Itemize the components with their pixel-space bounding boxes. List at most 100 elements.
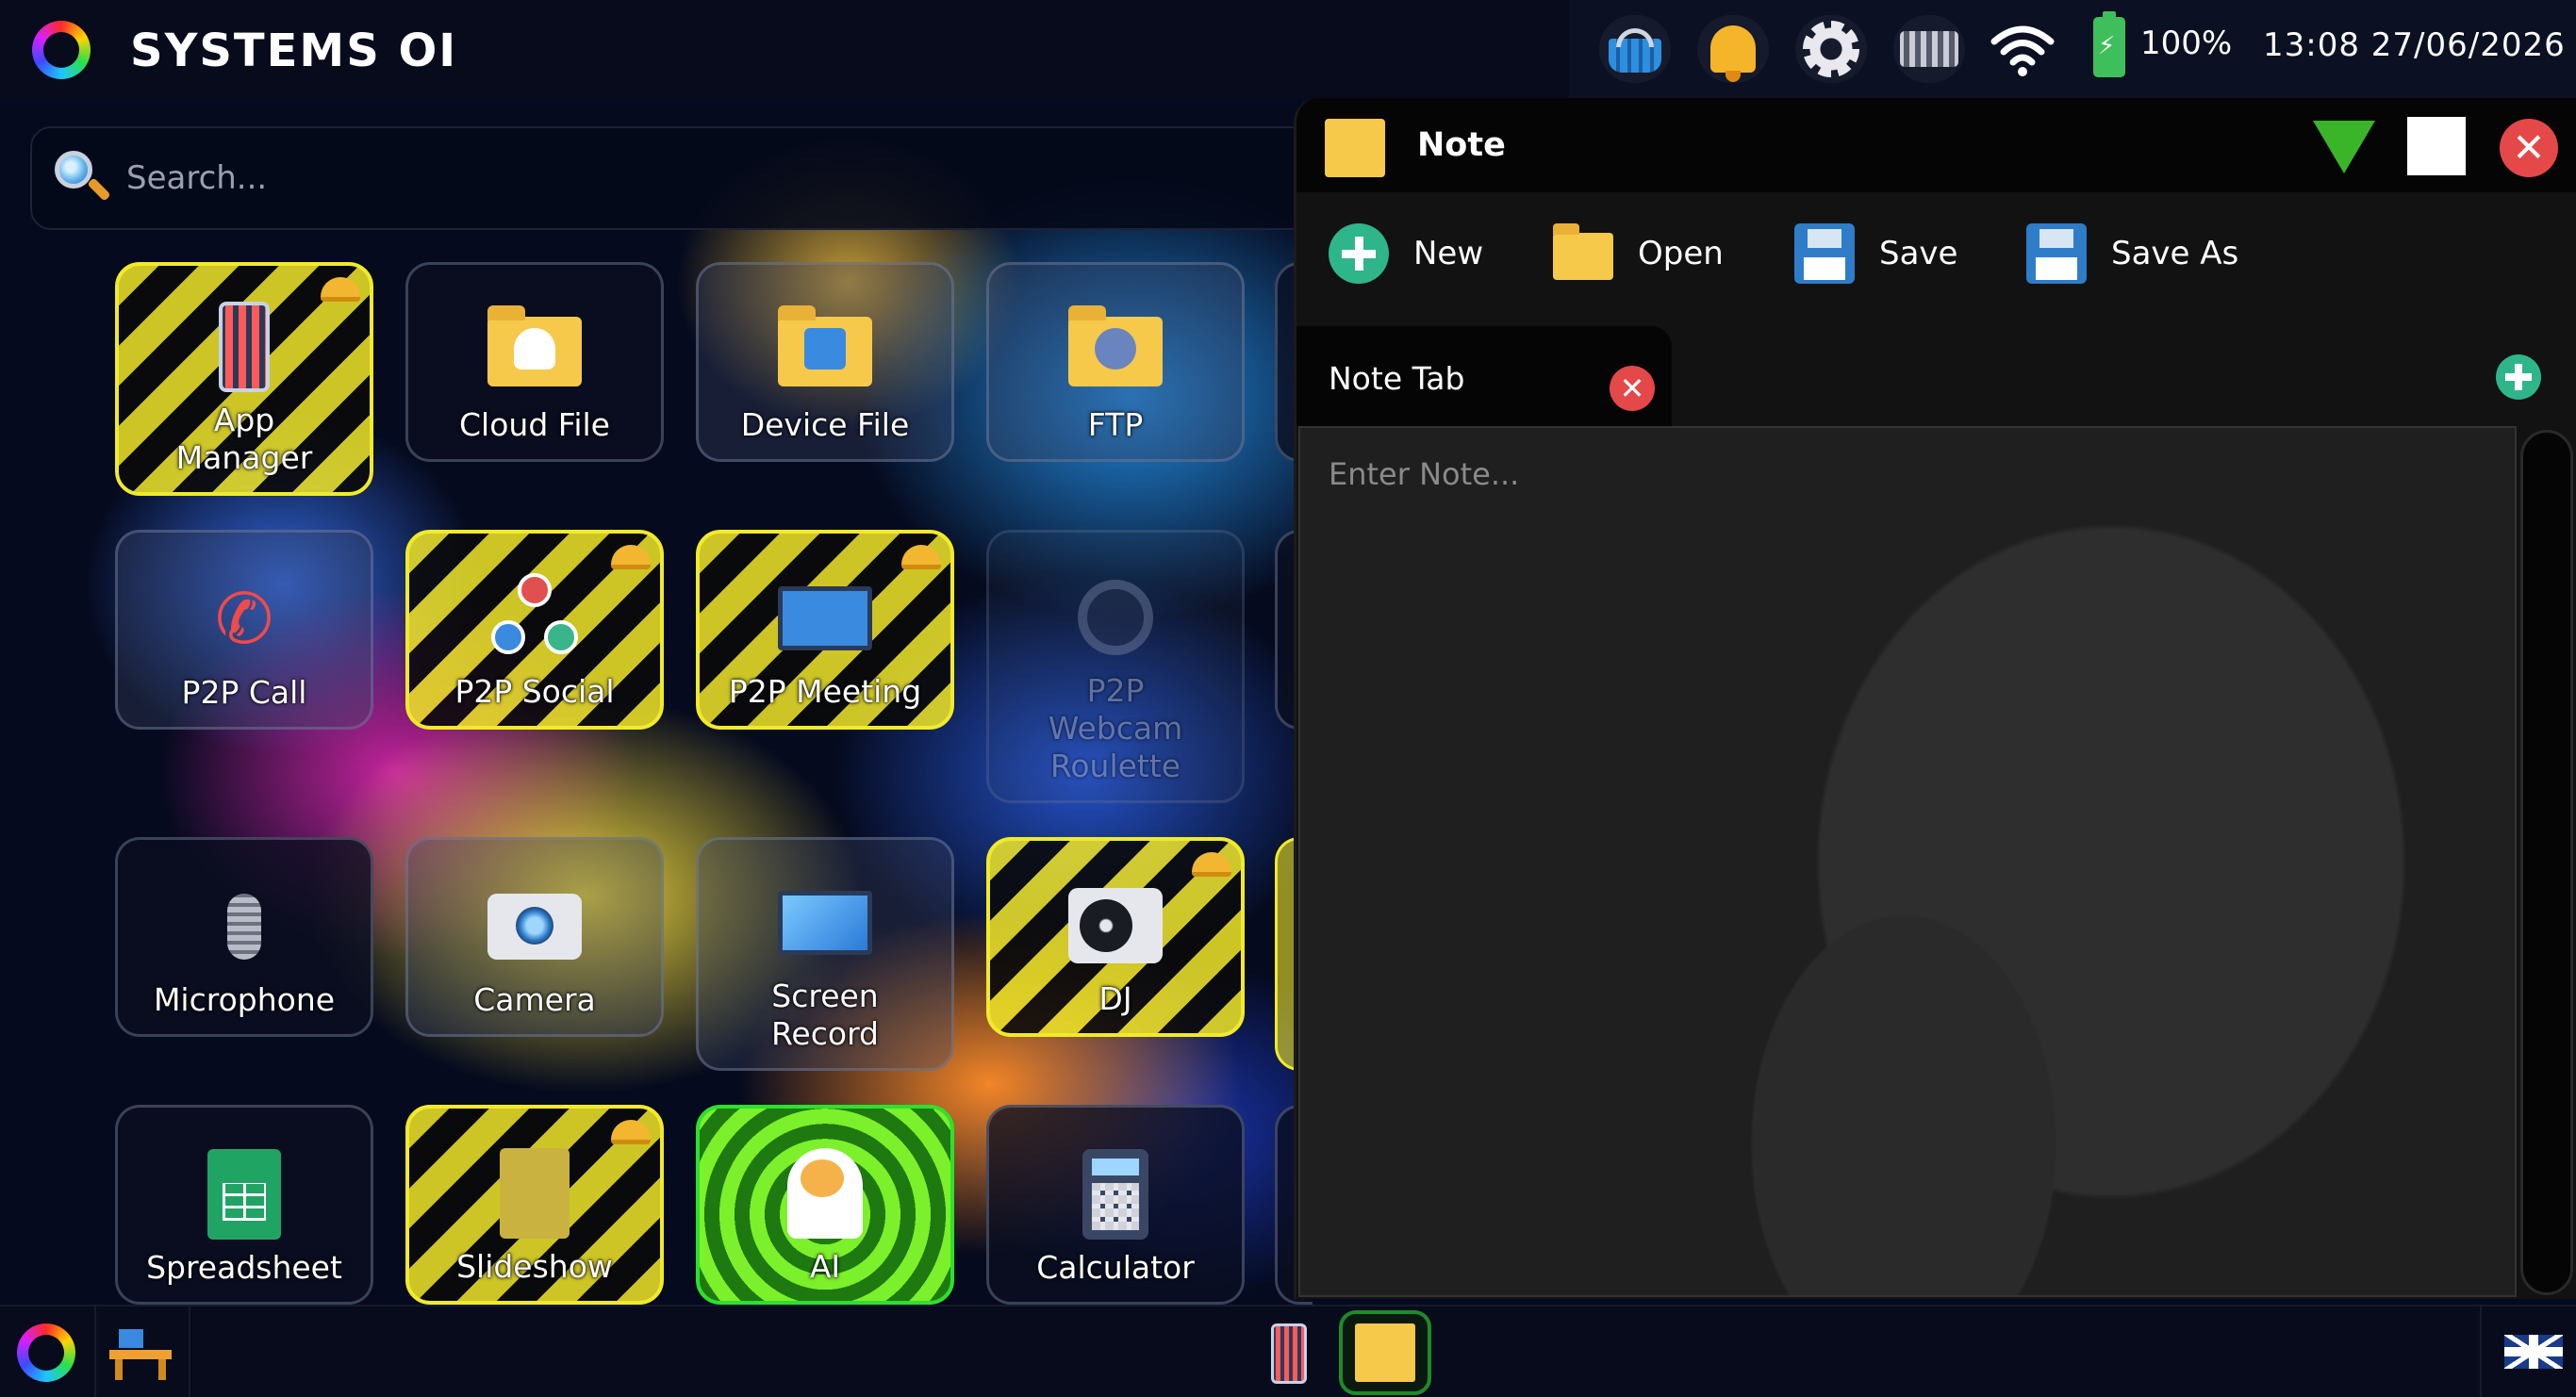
plus-circle-icon bbox=[1329, 223, 1389, 284]
monitor-icon bbox=[778, 876, 872, 970]
uk-flag-icon[interactable] bbox=[2504, 1335, 2563, 1369]
app-label: P2P Meeting bbox=[728, 673, 922, 710]
app-tile-app-manager[interactable]: App Manager bbox=[115, 262, 373, 496]
hard-hat-icon bbox=[901, 545, 941, 569]
microphone-icon bbox=[197, 879, 291, 974]
cloud-folder-icon bbox=[487, 304, 582, 399]
save-label: Save bbox=[1879, 235, 1958, 272]
basket-icon[interactable] bbox=[1599, 15, 1671, 83]
app-tile-ai[interactable]: AI bbox=[696, 1105, 954, 1305]
app-tile-calculator[interactable]: Calculator bbox=[986, 1105, 1245, 1305]
people-network-icon bbox=[487, 571, 582, 666]
app-label: Spreadsheet bbox=[146, 1249, 342, 1286]
tab-strip: Note Tab ✕ bbox=[1296, 315, 2576, 426]
camera-icon bbox=[487, 879, 582, 974]
app-tile-p2p-call[interactable]: ✆ P2P Call bbox=[115, 530, 373, 730]
window-title: Note bbox=[1417, 126, 1506, 164]
app-tile-microphone[interactable]: Microphone bbox=[115, 837, 373, 1037]
note-window: Note ✕ New Open Save Save As Note Tab ✕ bbox=[1294, 98, 2576, 1299]
app-tile-camera[interactable]: Camera bbox=[405, 837, 664, 1037]
app-label: FTP bbox=[1087, 406, 1144, 443]
app-tile-p2p-webcam-roulette[interactable]: P2P Webcam Roulette bbox=[986, 530, 1245, 803]
app-label: P2P Webcam Roulette bbox=[1048, 672, 1183, 784]
brain-head-icon bbox=[778, 1146, 872, 1241]
webcam-icon bbox=[1068, 570, 1163, 665]
hard-hat-icon bbox=[1192, 852, 1231, 877]
globe-folder-icon bbox=[1068, 304, 1163, 399]
note-icon bbox=[1325, 119, 1385, 177]
taskbar bbox=[0, 1305, 2576, 1397]
hard-hat-icon bbox=[321, 277, 360, 302]
app-label: Camera bbox=[473, 981, 596, 1018]
open-label: Open bbox=[1638, 235, 1724, 272]
note-toolbar: New Open Save Save As bbox=[1296, 192, 2576, 315]
close-icon[interactable]: ✕ bbox=[2500, 119, 2558, 177]
save-button[interactable]: Save bbox=[1794, 221, 1957, 287]
search-icon bbox=[55, 151, 111, 202]
gear-icon[interactable] bbox=[1795, 15, 1867, 83]
os-logo-icon[interactable] bbox=[32, 21, 91, 79]
battery-level: 100% bbox=[2140, 25, 2233, 62]
minimize-icon[interactable] bbox=[2313, 121, 2375, 173]
folder-icon bbox=[1553, 223, 1613, 280]
app-label: P2P Call bbox=[181, 674, 307, 711]
open-button[interactable]: Open bbox=[1553, 221, 1724, 287]
calculator-icon bbox=[1068, 1147, 1163, 1241]
app-label: App Manager bbox=[175, 402, 313, 476]
floppy-disk-icon bbox=[1794, 223, 1855, 284]
app-tile-device-file[interactable]: Device File bbox=[696, 262, 954, 462]
app-tile-ftp[interactable]: FTP bbox=[986, 262, 1245, 462]
keyboard-icon[interactable] bbox=[1893, 15, 1965, 83]
taskbar-divider bbox=[94, 1307, 96, 1397]
search-input[interactable] bbox=[126, 151, 1258, 205]
taskbar-divider bbox=[189, 1307, 190, 1397]
app-label: Screen Record bbox=[770, 978, 880, 1052]
start-icon[interactable] bbox=[17, 1323, 75, 1382]
phone-handset-icon: ✆ bbox=[214, 579, 273, 660]
slideshow-icon bbox=[487, 1146, 582, 1241]
device-folder-icon bbox=[778, 304, 872, 399]
tab-label: Note Tab bbox=[1329, 360, 1465, 397]
taskbar-divider bbox=[2480, 1307, 2482, 1397]
app-label: Slideshow bbox=[456, 1248, 613, 1285]
brand-name: SYSTEMS OI bbox=[130, 25, 458, 77]
app-tile-cloud-file[interactable]: Cloud File bbox=[405, 262, 664, 462]
scrollbar[interactable] bbox=[2520, 430, 2573, 1295]
app-tile-spreadsheet[interactable]: Spreadsheet bbox=[115, 1105, 373, 1305]
desk-icon[interactable] bbox=[109, 1329, 172, 1380]
hard-hat-icon bbox=[611, 545, 651, 569]
app-tile-p2p-social[interactable]: P2P Social bbox=[405, 530, 664, 730]
new-button[interactable]: New bbox=[1329, 221, 1483, 287]
app-label: P2P Social bbox=[454, 673, 615, 710]
app-label: Cloud File bbox=[459, 406, 610, 443]
app-label: Calculator bbox=[1036, 1249, 1195, 1286]
phone-apps-icon[interactable] bbox=[1271, 1323, 1307, 1384]
note-textarea[interactable] bbox=[1298, 426, 2517, 1297]
note-icon[interactable] bbox=[1339, 1310, 1431, 1395]
turntable-icon bbox=[1068, 879, 1163, 973]
app-label: AI bbox=[809, 1248, 841, 1285]
app-label: Device File bbox=[740, 406, 910, 443]
save-as-button[interactable]: Save As bbox=[2026, 221, 2238, 287]
note-titlebar[interactable]: Note ✕ bbox=[1296, 98, 2576, 192]
add-tab-icon[interactable] bbox=[2496, 354, 2541, 400]
app-tile-screen-record[interactable]: Screen Record bbox=[696, 837, 954, 1071]
spreadsheet-icon bbox=[197, 1147, 291, 1241]
save-as-label: Save As bbox=[2111, 235, 2239, 272]
tab-note[interactable]: Note Tab ✕ bbox=[1296, 326, 1672, 426]
app-tile-slideshow[interactable]: Slideshow bbox=[405, 1105, 664, 1305]
close-tab-icon[interactable]: ✕ bbox=[1610, 366, 1655, 411]
wifi-icon[interactable] bbox=[1990, 21, 2056, 77]
floppy-disk-icon bbox=[2026, 223, 2087, 284]
maximize-icon[interactable] bbox=[2407, 117, 2466, 175]
app-label: Microphone bbox=[153, 981, 336, 1018]
app-label: DJ bbox=[1098, 980, 1132, 1017]
bell-icon[interactable] bbox=[1697, 15, 1769, 83]
battery-icon[interactable] bbox=[2093, 11, 2125, 77]
meeting-presenter-icon bbox=[778, 571, 872, 666]
top-bar: SYSTEMS OI 100% 13:08 27/06/2026 bbox=[0, 0, 2576, 98]
app-tile-dj[interactable]: DJ bbox=[986, 837, 1245, 1037]
clock[interactable]: 13:08 27/06/2026 bbox=[2263, 26, 2566, 64]
app-tile-p2p-meeting[interactable]: P2P Meeting bbox=[696, 530, 954, 730]
phone-apps-icon bbox=[197, 300, 291, 394]
